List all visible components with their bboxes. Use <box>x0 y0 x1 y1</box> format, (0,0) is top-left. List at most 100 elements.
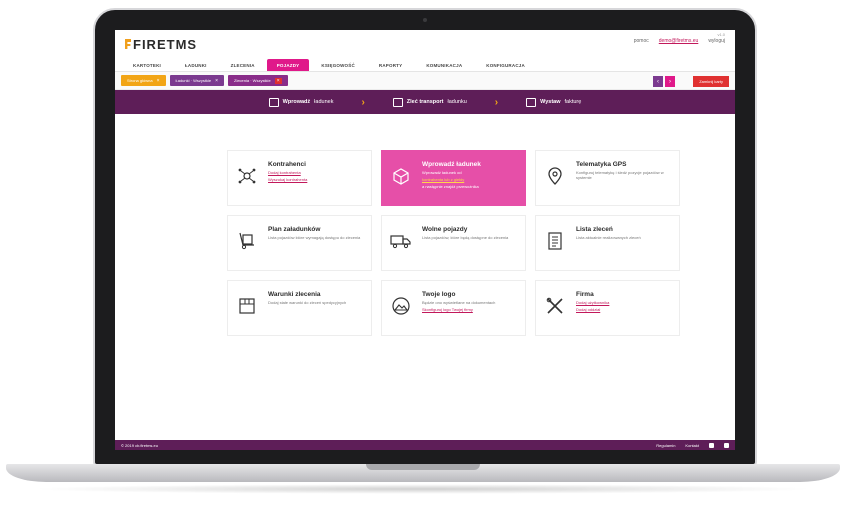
tabs-next-button[interactable]: › <box>665 76 675 87</box>
tile-title: Firma <box>576 291 594 298</box>
action-bold: Wystaw <box>540 99 561 105</box>
tile-title: Wolne pojazdy <box>422 226 468 233</box>
menu-item[interactable]: KARTOTEKI <box>121 63 173 71</box>
action-bold: Zleć transport <box>406 99 444 105</box>
tile-body: Lista zleceń Lista aktualnie realizowanyc… <box>576 226 641 240</box>
menu-item[interactable]: KSIĘGOWOŚĆ <box>309 63 367 71</box>
tile-link[interactable]: Skonfiguruj logo Twojej firmy <box>422 307 495 312</box>
tile-body: Wolne pojazdy Lista pojazdów, które będą … <box>422 226 508 240</box>
laptop-notch <box>366 464 480 470</box>
action-issue-invoice[interactable]: Wystaw fakturę <box>526 97 582 107</box>
action-add-load[interactable]: Wprowadź ładunek <box>268 97 334 107</box>
tile-title: Twoje logo <box>422 291 456 298</box>
facebook-icon[interactable] <box>709 442 714 448</box>
close-icon[interactable]: × <box>215 78 218 84</box>
tile-body: Telematyka GPS Konfiguruj telematykę i śl… <box>576 161 671 180</box>
logo-fire-text: FIRE <box>133 36 167 52</box>
tabs-prev-button[interactable]: ‹ <box>653 76 663 87</box>
webcam-icon <box>423 18 427 22</box>
menu-item[interactable]: KONFIGURACJA <box>474 63 537 71</box>
action-rest: ładunek <box>314 99 334 105</box>
tile-link[interactable]: Wyszukaj kontrahenta <box>268 177 307 182</box>
tile-link[interactable]: Dodaj oddział <box>576 307 609 312</box>
tile-title: Telematyka GPS <box>576 161 627 168</box>
tile-description: Lista pojazdów które wymagają dostępu do… <box>268 235 361 240</box>
chevron-right-icon: › <box>361 96 365 108</box>
menu-item[interactable]: ŁADUNKI <box>173 63 219 71</box>
network-icon <box>236 165 258 187</box>
tile-network[interactable]: Kontrahenci Dodaj kontrahenta Wyszukaj kon… <box>227 150 372 206</box>
action-bold: Wprowadź <box>282 99 311 105</box>
quick-actions-bar: Wprowadź ładunek › Zleć transport ładunk… <box>115 90 735 114</box>
package-icon <box>268 97 279 107</box>
tab-orders[interactable]: Zlecenia · Wszystkie × <box>228 75 288 86</box>
google-icon[interactable] <box>724 442 729 448</box>
tab-loads[interactable]: Ładunki · Wszystkie × <box>169 75 224 86</box>
flame-icon <box>125 39 131 49</box>
tile-body: Firma Dodaj użytkownika Dodaj oddział <box>576 291 609 312</box>
tab-label: Ładunki · Wszystkie <box>175 78 212 83</box>
app-screen: FIRE TMS v1.0 pomoc demo@firetms.eu wylo… <box>115 30 735 450</box>
copyright-text: © 2019 cb.firetms.eu <box>121 442 158 448</box>
tile-location-pin[interactable]: Telematyka GPS Konfiguruj telematykę i śl… <box>535 150 680 206</box>
tile-title: Wprowadź ładunek <box>422 161 481 168</box>
tile-hand-truck[interactable]: Plan załadunków Lista pojazdów które wyma… <box>227 215 372 271</box>
tile-truck[interactable]: Wolne pojazdy Lista pojazdów, które będą … <box>381 215 526 271</box>
list-icon <box>544 230 566 252</box>
close-icon[interactable]: × <box>157 78 160 84</box>
tile-body: Plan załadunków Lista pojazdów które wyma… <box>268 226 360 240</box>
location-pin-icon <box>544 165 566 187</box>
tile-description: Wprowadź ładunek od <box>422 170 462 175</box>
invoice-icon <box>526 97 537 107</box>
tile-description: Lista aktualnie realizowanych zleceń <box>576 235 641 240</box>
menu-item[interactable]: KOMUNIKACJA <box>414 63 474 71</box>
tile-link[interactable]: Dodaj użytkownika <box>576 300 609 305</box>
logo-mountain-icon <box>390 295 412 317</box>
document-box-icon <box>236 295 258 317</box>
user-email-link[interactable]: demo@firetms.eu <box>659 38 699 44</box>
menu-item[interactable]: POJAZDY <box>266 59 310 71</box>
tile-body: Twoje logo Będzie ono wyświetlane na doku… <box>422 291 495 312</box>
laptop-mockup: FIRE TMS v1.0 pomoc demo@firetms.eu wylo… <box>0 0 846 531</box>
tile-tools[interactable]: Firma Dodaj użytkownika Dodaj oddział <box>535 280 680 336</box>
tile-document-box[interactable]: Warunki zlecenia Dodaj stałe warunki do z… <box>227 280 372 336</box>
laptop-lid: FIRE TMS v1.0 pomoc demo@firetms.eu wylo… <box>93 8 757 466</box>
main-menu: KARTOTEKI ŁADUNKI ZLECENIA POJAZDY KSIĘGOWOŚ… <box>115 58 735 72</box>
tile-description: Lista pojazdów, które będą dostępne do z… <box>422 235 509 240</box>
tab-label: Strona główna <box>127 78 153 83</box>
tile-description: Dodaj stałe warunki do zleceń spedycyjny… <box>268 300 347 305</box>
tile-title: Plan załadunków <box>268 226 321 233</box>
close-all-tabs-button[interactable]: Zamknij karty <box>693 76 729 87</box>
action-rest: fakturę <box>564 99 582 105</box>
menu-item[interactable]: ZLECENIA <box>219 63 267 71</box>
chevron-right-icon: › <box>494 96 499 108</box>
version-label: v1.0 <box>717 32 725 37</box>
contact-link[interactable]: Kontakt <box>685 443 699 448</box>
tile-body: Warunki zlecenia Dodaj stałe warunki do z… <box>268 291 346 305</box>
tile-title: Kontrahenci <box>268 161 306 168</box>
terms-link[interactable]: Regulamin <box>656 443 675 448</box>
action-order-transport[interactable]: Zleć transport ładunku <box>392 97 467 107</box>
laptop-shadow <box>30 484 816 494</box>
firetms-logo[interactable]: FIRE TMS <box>125 37 197 52</box>
menu-item[interactable]: RAPORTY <box>367 63 414 71</box>
tile-description: Będzie ono wyświetlane na dokumentach <box>422 300 496 305</box>
tile-description: a następnie znajdź przewoźnika <box>422 184 479 189</box>
tab-label: Zlecenia · Wszystkie <box>234 78 271 83</box>
tile-list[interactable]: Lista zleceń Lista aktualnie realizowanyc… <box>535 215 680 271</box>
app-footer: © 2019 cb.firetms.eu Regulamin Kontakt <box>115 440 735 450</box>
truck-icon <box>392 97 403 107</box>
truck-icon <box>390 230 412 252</box>
help-link[interactable]: pomoc <box>634 38 649 44</box>
tile-body: Wprowadź ładunek Wprowadź ładunek od kontr… <box>422 161 481 189</box>
close-icon[interactable]: × <box>274 77 282 84</box>
tile-link[interactable]: Dodaj kontrahenta <box>268 170 307 175</box>
tile-body: Kontrahenci Dodaj kontrahenta Wyszukaj kon… <box>268 161 307 182</box>
tile-logo-mountain[interactable]: Twoje logo Będzie ono wyświetlane na doku… <box>381 280 526 336</box>
box-icon <box>390 165 412 187</box>
tab-home[interactable]: Strona główna × <box>121 75 166 86</box>
logout-link[interactable]: wyloguj <box>708 38 725 44</box>
tile-link[interactable]: kontrahenta lub z giełdy <box>422 177 481 182</box>
tile-box[interactable]: Wprowadź ładunek Wprowadź ładunek od kontr… <box>381 150 526 206</box>
tools-icon <box>544 295 566 317</box>
